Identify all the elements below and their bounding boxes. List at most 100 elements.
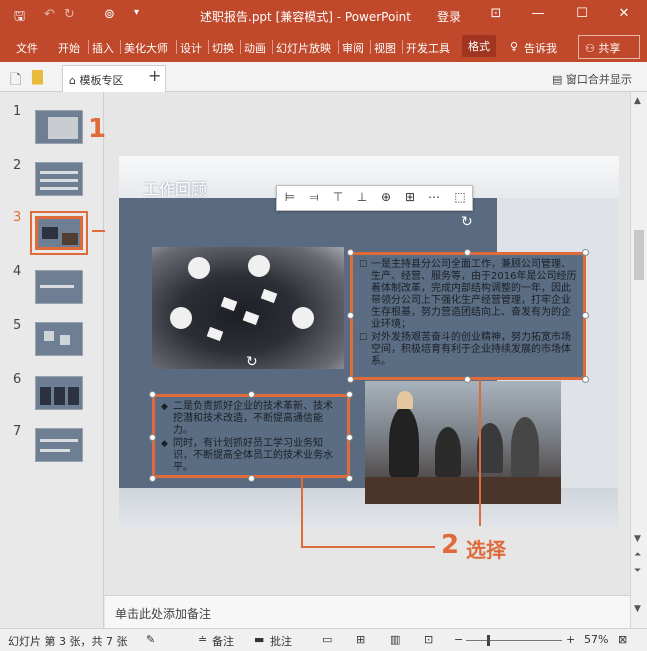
comments-icon[interactable]: ▬: [254, 633, 264, 646]
zoom-level[interactable]: 57%: [584, 633, 608, 646]
restore-button[interactable]: ☐: [572, 6, 592, 21]
resize-handle[interactable]: [464, 376, 471, 383]
scroll-bottom-icon[interactable]: ▼: [634, 604, 641, 614]
document-tab-bar: 🗋 ▇ ⌂ 模板专区 + ▤ 窗口合并显示: [0, 62, 647, 92]
previous-slide-icon[interactable]: ⏶: [634, 550, 641, 560]
meeting-photo-overhead[interactable]: [152, 247, 344, 369]
rotate-handle-icon[interactable]: ↻: [246, 354, 262, 370]
zoom-in-button[interactable]: +: [566, 633, 575, 646]
align-right-icon[interactable]: ⫤: [305, 190, 323, 208]
resize-handle[interactable]: [347, 376, 354, 383]
tab-slideshow[interactable]: 幻灯片放映: [276, 40, 331, 56]
add-tab-button[interactable]: +: [148, 66, 161, 85]
ribbon-display-icon[interactable]: ⊡: [486, 6, 506, 21]
slideshow-view-icon[interactable]: ⊡: [424, 633, 433, 646]
resize-handle[interactable]: [346, 434, 353, 441]
notes-button[interactable]: 备注: [212, 633, 234, 649]
align-middle-icon[interactable]: ⊞: [401, 190, 419, 208]
thumb-image: [60, 335, 70, 345]
diamond-bullet-icon: ◆: [161, 439, 168, 449]
photo-paper: [220, 296, 238, 312]
resize-handle[interactable]: [582, 376, 589, 383]
person-icon: ⚇: [585, 42, 595, 55]
more-options-icon[interactable]: ⋯: [425, 190, 443, 208]
save-icon[interactable]: 🖫: [14, 7, 25, 29]
paragraph-text: 同时，有计划抓好员工学习业务知识，不断提高全体员工的技术业务水平。: [173, 438, 333, 473]
tell-me-label[interactable]: 告诉我: [524, 40, 557, 56]
slide-thumbnail-5[interactable]: [35, 322, 83, 356]
resize-handle[interactable]: [149, 475, 156, 482]
undo-icon[interactable]: ↶: [44, 7, 55, 22]
resize-handle[interactable]: [248, 391, 255, 398]
align-bottom-icon[interactable]: ⊥: [353, 190, 371, 208]
comments-button[interactable]: 批注: [270, 633, 292, 649]
slide-thumbnail-4[interactable]: [35, 270, 83, 304]
paragraph-text: 对外发扬艰苦奋斗的创业精神，努力拓宽市场空间，积极培育有利于企业持续发展的市场体…: [371, 332, 571, 367]
resize-handle[interactable]: [464, 249, 471, 256]
redo-icon[interactable]: ↻: [64, 7, 75, 22]
tab-developer[interactable]: 开发工具: [406, 40, 450, 56]
login-button[interactable]: 登录: [437, 8, 461, 25]
tab-insert[interactable]: 插入: [92, 40, 114, 56]
slide-thumbnail-1[interactable]: [35, 110, 83, 144]
merge-window-button[interactable]: ▤ 窗口合并显示: [552, 71, 632, 87]
resize-handle[interactable]: [347, 249, 354, 256]
resize-handle[interactable]: [346, 475, 353, 482]
tab-view[interactable]: 视图: [374, 40, 396, 56]
team-meeting-photo[interactable]: [365, 381, 561, 504]
tab-format[interactable]: 格式: [462, 35, 496, 57]
folder-icon[interactable]: ▇: [32, 69, 43, 85]
align-left-icon[interactable]: ⊨: [281, 190, 299, 208]
resize-handle[interactable]: [582, 312, 589, 319]
spellcheck-icon[interactable]: ✎: [146, 633, 155, 646]
new-doc-icon[interactable]: 🗋: [10, 69, 21, 93]
zoom-slider[interactable]: [466, 640, 562, 641]
tab-review[interactable]: 审阅: [342, 40, 364, 56]
slide-thumbnail-2[interactable]: [35, 162, 83, 196]
resize-handle[interactable]: [248, 475, 255, 482]
notes-placeholder[interactable]: 单击此处添加备注: [115, 605, 211, 622]
scroll-down-icon[interactable]: ▼: [634, 534, 641, 544]
slide-thumbnail-7[interactable]: [35, 428, 83, 462]
next-slide-icon[interactable]: ⏷: [634, 566, 641, 576]
zoom-out-button[interactable]: −: [454, 633, 463, 646]
text-box-responsibilities-1[interactable]: ☐ 一是主持县分公司全面工作，兼顾公司管理、生产、经营、服务等，由于2016年是…: [350, 252, 586, 380]
thumb-number-selected: 3: [13, 210, 22, 225]
resize-handle[interactable]: [582, 249, 589, 256]
notes-icon[interactable]: ≐: [198, 633, 207, 646]
resize-handle[interactable]: [347, 312, 354, 319]
slide-title[interactable]: 工作回顾: [143, 176, 207, 200]
scroll-up-icon[interactable]: ▲: [634, 96, 641, 106]
notes-pane[interactable]: 单击此处添加备注: [105, 595, 630, 628]
resize-handle[interactable]: [346, 391, 353, 398]
tab-home[interactable]: 开始: [58, 40, 80, 56]
tab-animations[interactable]: 动画: [244, 40, 266, 56]
reading-view-icon[interactable]: ▥: [390, 633, 400, 646]
slide-thumbnail-3[interactable]: [30, 211, 88, 255]
resize-handle[interactable]: [149, 391, 156, 398]
align-top-icon[interactable]: ⊤: [329, 190, 347, 208]
tab-separator: [88, 40, 89, 54]
fit-slide-icon[interactable]: ⊠: [618, 633, 627, 646]
tab-design[interactable]: 设计: [180, 40, 202, 56]
customize-qat-icon[interactable]: ▾: [134, 7, 139, 18]
normal-view-icon[interactable]: ▭: [322, 633, 332, 646]
text-box-responsibilities-2[interactable]: ◆ 二是负责抓好企业的技术革新、技术挖潜和技术改造，不断提高通信能力。 ◆ 同时…: [152, 394, 350, 478]
slide-thumbnail-6[interactable]: [35, 376, 83, 410]
tab-beautify[interactable]: 美化大师: [124, 40, 168, 56]
close-button[interactable]: ✕: [614, 6, 634, 21]
slideshow-icon[interactable]: ⊚: [104, 7, 115, 22]
resize-handle[interactable]: [149, 434, 156, 441]
tell-me-icon[interactable]: ♀: [510, 40, 518, 53]
scrollbar-thumb[interactable]: [634, 230, 644, 280]
tab-transitions[interactable]: 切换: [212, 40, 234, 56]
vertical-scrollbar[interactable]: ▲ ▼ ⏶ ⏷ ▼: [630, 92, 647, 628]
select-pane-icon[interactable]: ⬚: [451, 190, 469, 208]
tab-file[interactable]: 文件: [16, 40, 38, 56]
share-button[interactable]: ⚇ 共享: [578, 35, 640, 59]
slide-sorter-icon[interactable]: ⊞: [356, 633, 365, 646]
minimize-button[interactable]: —: [528, 6, 548, 21]
zoom-slider-knob[interactable]: [487, 635, 490, 646]
align-center-icon[interactable]: ⊕: [377, 190, 395, 208]
rotate-handle-icon[interactable]: ↻: [461, 214, 477, 230]
